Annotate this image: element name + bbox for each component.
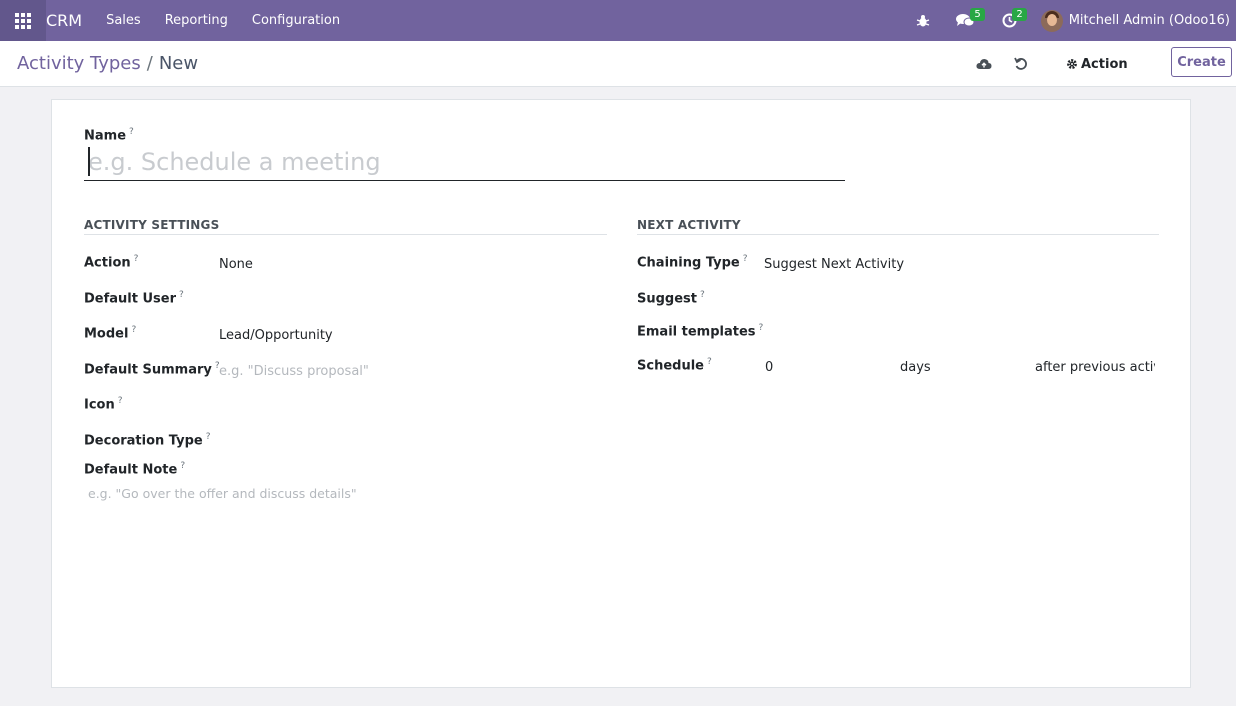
icon-field[interactable] (219, 396, 599, 414)
chaining-type-label: Chaining Type? (637, 254, 748, 271)
decoration-type-select[interactable] (219, 432, 599, 450)
schedule-from-select[interactable]: after previous activity (1035, 360, 1155, 375)
decoration-type-label: Decoration Type? (84, 432, 211, 449)
email-templates-label: Email templates? (637, 323, 764, 340)
messaging-button[interactable]: 5 (943, 0, 989, 41)
menu-sales[interactable]: Sales (94, 13, 153, 28)
top-navbar: CRM Sales Reporting Configuration 5 2 Mi… (0, 0, 1236, 41)
default-note-label: Default Note? (84, 461, 186, 478)
schedule-label: Schedule? (637, 357, 712, 374)
suggest-field[interactable] (764, 290, 1159, 308)
gear-icon (1067, 59, 1077, 69)
activity-count-badge: 2 (1012, 8, 1027, 21)
menu-reporting[interactable]: Reporting (153, 13, 240, 28)
chaining-type-select[interactable]: Suggest Next Activity (764, 257, 904, 272)
name-label: Name? (84, 127, 134, 144)
breadcrumb-current: New (158, 53, 199, 74)
text-caret (88, 147, 90, 176)
action-menu-label: Action (1081, 56, 1128, 72)
default-note-editor[interactable]: e.g. "Go over the offer and discuss deta… (88, 486, 357, 501)
next-activity-title: NEXT ACTIVITY (637, 218, 741, 232)
icon-label: Icon? (84, 396, 123, 413)
suggest-label: Suggest? (637, 290, 705, 307)
user-menu[interactable]: Mitchell Admin (Odoo16) (1031, 9, 1236, 32)
breadcrumb: Activity Types / New (17, 53, 198, 74)
apps-menu-button[interactable] (0, 0, 46, 41)
email-templates-field[interactable] (764, 323, 1159, 341)
next-activity-divider (637, 234, 1159, 235)
name-input[interactable] (84, 144, 845, 181)
chat-count-badge: 5 (970, 8, 985, 21)
breadcrumb-activity-types[interactable]: Activity Types (17, 53, 141, 74)
schedule-delay-input[interactable]: 0 (765, 360, 773, 375)
activity-settings-divider (84, 234, 607, 235)
undo-icon (1014, 57, 1027, 70)
model-label: Model? (84, 325, 137, 342)
apps-grid-icon (15, 12, 31, 29)
form-sheet: Name? ACTIVITY SETTINGS Action? None Def… (51, 99, 1191, 688)
create-button[interactable]: Create (1171, 47, 1232, 77)
default-summary-input[interactable]: e.g. "Discuss proposal" (219, 364, 369, 379)
breadcrumb-separator: / (146, 53, 153, 74)
cloud-upload-icon (976, 59, 992, 69)
default-summary-label: Default Summary? (84, 361, 220, 378)
default-user-label: Default User? (84, 290, 184, 307)
action-menu-button[interactable]: Action (1066, 41, 1128, 87)
save-cloud-button[interactable] (976, 41, 996, 87)
activity-settings-title: ACTIVITY SETTINGS (84, 218, 220, 232)
app-brand[interactable]: CRM (46, 11, 94, 30)
debug-bug-icon[interactable] (903, 0, 943, 41)
action-select[interactable]: None (219, 257, 253, 272)
activities-button[interactable]: 2 (989, 0, 1031, 41)
model-field[interactable]: Lead/Opportunity (219, 328, 333, 343)
control-panel: Activity Types / New Action Create (0, 41, 1236, 87)
action-label: Action? (84, 254, 139, 271)
schedule-unit-select[interactable]: days (900, 360, 931, 375)
default-user-field[interactable] (219, 290, 599, 308)
discard-button[interactable] (1014, 41, 1032, 87)
avatar (1040, 9, 1063, 32)
menu-configuration[interactable]: Configuration (240, 13, 352, 28)
user-name: Mitchell Admin (Odoo16) (1068, 13, 1230, 28)
